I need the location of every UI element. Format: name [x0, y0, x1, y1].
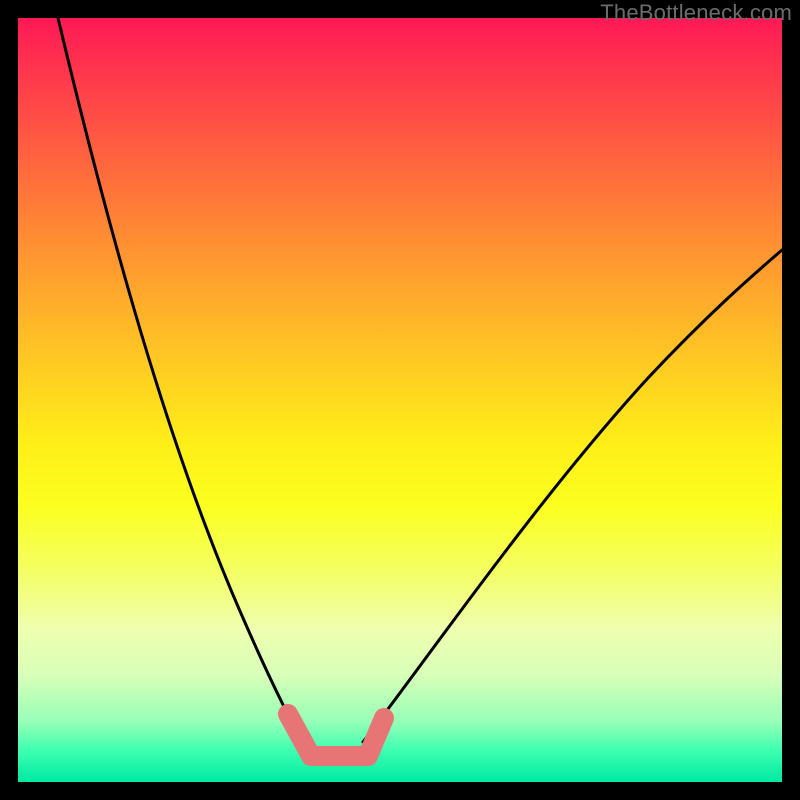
bottleneck-curve	[18, 18, 782, 782]
watermark-label: TheBottleneck.com	[600, 0, 792, 26]
optimal-marker	[288, 714, 384, 756]
curve-right	[363, 250, 782, 742]
curve-left	[58, 18, 305, 746]
plot-area	[18, 18, 782, 782]
chart-frame: TheBottleneck.com	[0, 0, 800, 800]
